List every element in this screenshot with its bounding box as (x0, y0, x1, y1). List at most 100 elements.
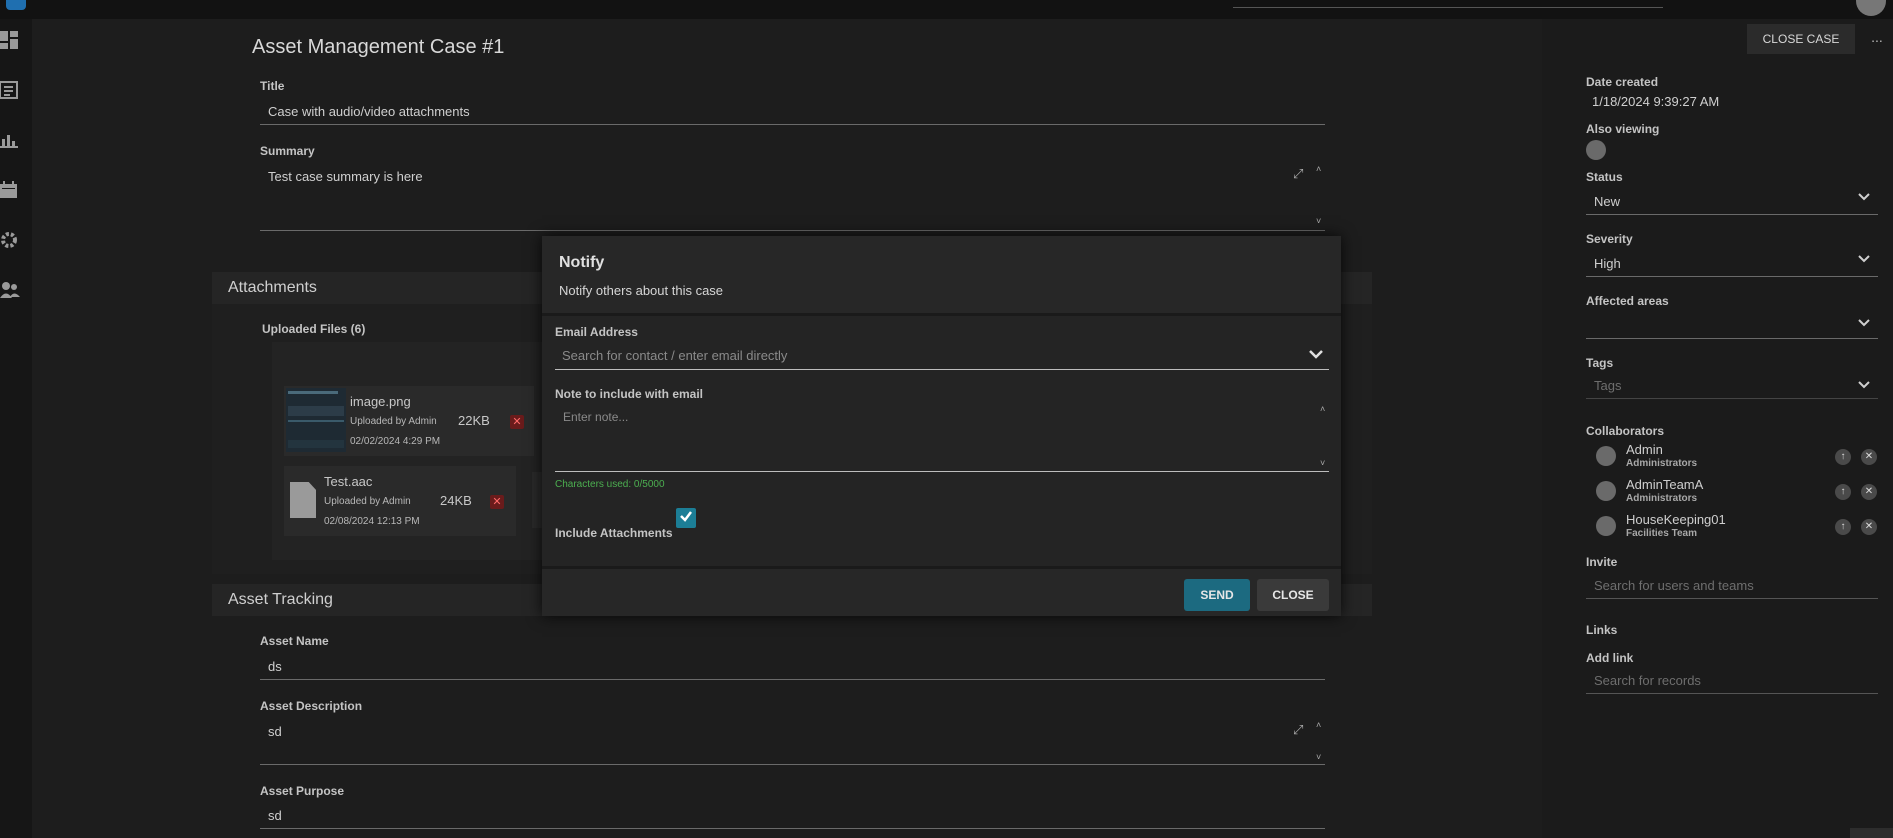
calendar-icon[interactable] (0, 181, 20, 201)
page-title: Asset Management Case #1 (252, 36, 505, 58)
asset-name-input[interactable]: ds (268, 659, 282, 674)
date-created-value: 1/18/2024 9:39:27 AM (1592, 94, 1720, 109)
corner-widget[interactable] (1850, 828, 1893, 838)
notify-dialog-footer: SEND CLOSE (542, 566, 1341, 616)
close-dialog-button[interactable]: CLOSE (1257, 579, 1329, 611)
collaborators-label: Collaborators (1586, 424, 1665, 438)
dashboard-icon[interactable] (0, 31, 20, 51)
file-uploaded-by: Uploaded by Admin (324, 496, 411, 507)
add-link-underline (1586, 693, 1878, 694)
summary-input[interactable]: Test case summary is here (268, 169, 423, 184)
invite-input[interactable]: Search for users and teams (1594, 578, 1754, 593)
summary-underline (260, 230, 1325, 231)
delete-file-button[interactable]: ✕ (490, 495, 504, 509)
asset-description-scroll-down-icon[interactable]: ˅ (1316, 752, 1321, 762)
asset-description-input[interactable]: sd (268, 724, 282, 739)
file-name[interactable]: image.png (350, 394, 411, 409)
affected-areas-underline[interactable] (1586, 338, 1878, 339)
summary-expand-icon[interactable]: ⤢ (1293, 166, 1303, 182)
summary-scroll-down-icon[interactable]: ˅ (1316, 216, 1321, 226)
severity-select[interactable]: High (1594, 256, 1621, 271)
delete-file-button[interactable]: ✕ (510, 415, 524, 429)
asset-description-underline (260, 764, 1325, 765)
summary-label: Summary (260, 144, 315, 158)
collaborator-team: Administrators (1626, 493, 1698, 504)
promote-arrow-up-icon[interactable]: ↑ (1835, 449, 1851, 465)
affected-areas-label: Affected areas (1586, 294, 1669, 308)
tags-input[interactable]: Tags (1594, 378, 1621, 393)
file-size: 24KB (440, 493, 472, 508)
close-case-button[interactable]: CLOSE CASE (1747, 24, 1855, 54)
note-scroll-up-icon[interactable]: ˄ (1320, 404, 1325, 414)
note-textarea[interactable]: Enter note... (563, 410, 628, 424)
severity-underline (1586, 276, 1878, 277)
list-icon[interactable] (0, 81, 20, 101)
file-card[interactable]: image.png Uploaded by Admin 22KB ✕ 02/02… (284, 386, 534, 456)
file-name[interactable]: Test.aac (324, 474, 372, 489)
image-thumbnail (286, 388, 346, 452)
date-created-label: Date created (1586, 75, 1659, 89)
audio-file-icon (290, 482, 316, 518)
collaborator-name: HouseKeeping01 (1626, 512, 1726, 527)
asset-description-label: Asset Description (260, 699, 363, 713)
severity-chevron-down-icon[interactable] (1857, 252, 1871, 269)
note-label: Note to include with email (555, 387, 704, 401)
summary-scroll-up-icon[interactable]: ˄ (1316, 164, 1321, 174)
asset-description-expand-icon[interactable]: ⤢ (1293, 722, 1303, 738)
also-viewing-label: Also viewing (1586, 122, 1660, 136)
notify-dialog-subtitle: Notify others about this case (559, 283, 724, 298)
characters-used-counter: Characters used: 0/5000 (555, 479, 665, 490)
affected-areas-chevron-down-icon[interactable] (1857, 316, 1871, 333)
collaborator-team: Facilities Team (1626, 528, 1697, 539)
tags-chevron-down-icon[interactable] (1857, 378, 1871, 395)
chart-icon[interactable] (0, 131, 20, 151)
collaborator-name: AdminTeamA (1626, 477, 1704, 492)
send-button[interactable]: SEND (1184, 579, 1250, 611)
tags-underline (1586, 398, 1878, 399)
file-uploaded-by: Uploaded by Admin (350, 416, 437, 427)
invite-underline (1586, 598, 1878, 599)
remove-close-icon[interactable]: ✕ (1861, 449, 1877, 465)
invite-label: Invite (1586, 555, 1618, 569)
title-underline (260, 124, 1325, 125)
promote-arrow-up-icon[interactable]: ↑ (1835, 484, 1851, 500)
top-bar (0, 0, 1893, 19)
severity-label: Severity (1586, 232, 1633, 246)
collaborator-name: Admin (1626, 442, 1663, 457)
remove-close-icon[interactable]: ✕ (1861, 519, 1877, 535)
user-avatar[interactable] (1856, 0, 1886, 16)
file-card[interactable]: Test.aac Uploaded by Admin 24KB ✕ 02/08/… (284, 466, 516, 536)
viewer-avatar[interactable] (1586, 140, 1606, 160)
collaborator-team: Administrators (1626, 458, 1698, 469)
include-attachments-checkbox[interactable] (676, 508, 696, 528)
email-address-label: Email Address (555, 325, 638, 339)
file-date: 02/02/2024 4:29 PM (350, 436, 441, 447)
users-icon[interactable] (0, 281, 20, 301)
notify-dialog-header: Notify Notify others about this case (542, 236, 1341, 316)
left-nav (0, 19, 32, 838)
status-label: Status (1586, 170, 1623, 184)
title-label: Title (260, 79, 285, 93)
attachments-section-title: Attachments (228, 279, 317, 296)
status-chevron-down-icon[interactable] (1857, 190, 1871, 207)
include-attachments-label: Include Attachments (555, 526, 673, 540)
app-logo[interactable] (6, 0, 26, 10)
gear-icon[interactable] (0, 231, 20, 251)
status-underline (1586, 214, 1878, 215)
email-address-input[interactable]: Search for contact / enter email directl… (562, 348, 787, 363)
asset-description-scroll-up-icon[interactable]: ˄ (1316, 720, 1321, 730)
status-select[interactable]: New (1594, 194, 1620, 209)
add-link-input[interactable]: Search for records (1594, 673, 1701, 688)
email-chevron-down-icon[interactable] (1308, 346, 1324, 365)
asset-purpose-input[interactable]: sd (268, 808, 282, 823)
promote-arrow-up-icon[interactable]: ↑ (1835, 519, 1851, 535)
global-search-underline[interactable] (1233, 7, 1663, 8)
file-date: 02/08/2024 12:13 PM (324, 516, 420, 527)
note-scroll-down-icon[interactable]: ˅ (1320, 458, 1325, 468)
uploaded-files-label: Uploaded Files (6) (262, 322, 366, 336)
title-input[interactable]: Case with audio/video attachments (268, 104, 470, 119)
file-size: 22KB (458, 413, 490, 428)
more-options-button[interactable]: ... (1866, 24, 1888, 54)
note-underline (555, 471, 1329, 472)
remove-close-icon[interactable]: ✕ (1861, 484, 1877, 500)
